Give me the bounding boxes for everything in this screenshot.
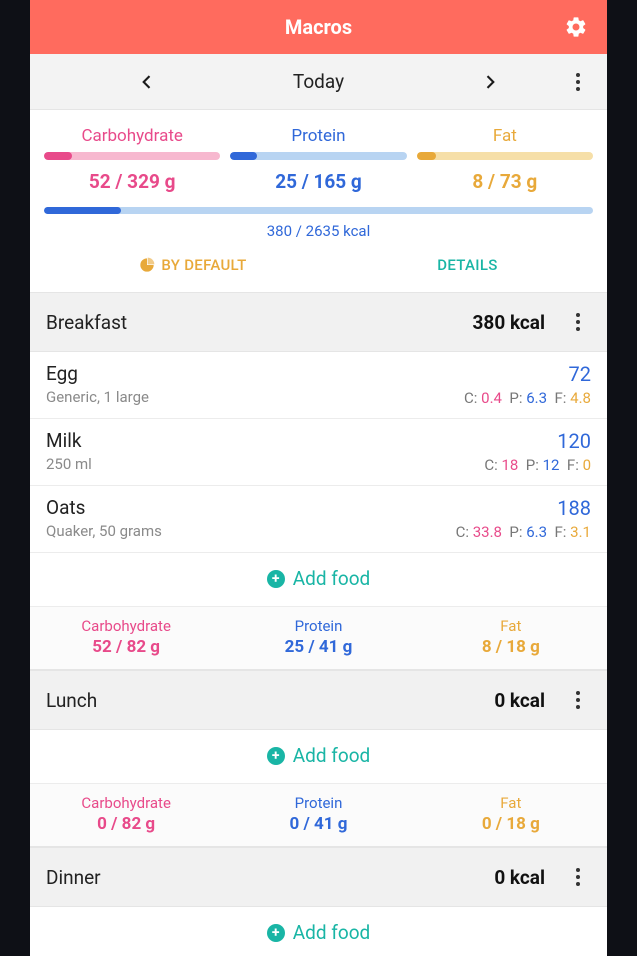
meal-protein-label: Protein — [222, 617, 414, 635]
add-food-button[interactable]: + Add food — [30, 730, 607, 784]
calorie-progress-fill — [44, 207, 121, 214]
carb-value: 52 / 329 g — [44, 170, 220, 193]
meal-protein-label: Protein — [222, 794, 414, 812]
meal-protein-value: 25 / 41 g — [222, 637, 414, 657]
add-food-label: Add food — [293, 921, 371, 944]
details-tab[interactable]: DETAILS — [437, 256, 497, 274]
calorie-text: 380 / 2635 kcal — [44, 222, 593, 240]
calorie-progress — [44, 207, 593, 214]
fat-label: Fat — [417, 126, 593, 146]
food-calories: 188 — [456, 496, 591, 520]
meal-header: Breakfast380 kcal — [30, 292, 607, 352]
meal-more-button[interactable] — [565, 868, 591, 886]
more-vertical-icon — [576, 313, 580, 331]
food-calories: 72 — [464, 362, 591, 386]
settings-button[interactable] — [563, 14, 589, 40]
meal-name: Lunch — [46, 689, 494, 712]
carb-progress — [44, 152, 220, 160]
app-title: Macros — [285, 15, 352, 39]
add-food-label: Add food — [293, 567, 371, 590]
plus-circle-icon: + — [267, 570, 285, 588]
more-vertical-icon — [576, 868, 580, 886]
meals-list: Breakfast380 kcal Egg Generic, 1 large 72 C:… — [30, 292, 607, 956]
protein-progress-fill — [230, 152, 256, 160]
app-root: Macros Today Carbohydrate 52 / 329 g Pro… — [30, 0, 607, 956]
more-vertical-icon — [576, 691, 580, 709]
meal-carb-label: Carbohydrate — [30, 617, 222, 635]
meal-total-calories: 0 kcal — [494, 689, 545, 712]
protein-label: Protein — [230, 126, 406, 146]
by-default-label: BY DEFAULT — [161, 256, 246, 274]
food-macros: C: 0.4 P: 6.3 F: 4.8 — [464, 389, 591, 407]
meal-more-button[interactable] — [565, 313, 591, 331]
details-label: DETAILS — [437, 256, 497, 274]
fat-value: 8 / 73 g — [417, 170, 593, 193]
meal-protein-value: 0 / 41 g — [222, 814, 414, 834]
add-food-button[interactable]: + Add food — [30, 553, 607, 607]
add-food-button[interactable]: + Add food — [30, 907, 607, 956]
plus-circle-icon: + — [267, 747, 285, 765]
meal-fat-value: 8 / 18 g — [415, 637, 607, 657]
meal-macro-summary: Carbohydrate 52 / 82 gProtein 25 / 41 gFat… — [30, 607, 607, 670]
protein-progress — [230, 152, 406, 160]
meal-total-calories: 0 kcal — [494, 866, 545, 889]
date-navigator: Today — [30, 54, 607, 110]
food-item[interactable]: Egg Generic, 1 large 72 C: 0.4 P: 6.3 F: 4.… — [30, 352, 607, 419]
chevron-right-icon — [480, 72, 500, 92]
date-label: Today — [293, 70, 344, 93]
chevron-left-icon — [137, 72, 157, 92]
food-detail: Quaker, 50 grams — [46, 522, 162, 540]
gear-icon — [564, 15, 588, 39]
meal-total-calories: 380 kcal — [473, 311, 545, 334]
meal-carb-value: 0 / 82 g — [30, 814, 222, 834]
protein-value: 25 / 165 g — [230, 170, 406, 193]
meal-name: Dinner — [46, 866, 494, 889]
meal-header: Dinner0 kcal — [30, 847, 607, 907]
prev-day-button[interactable] — [125, 60, 169, 104]
protein-summary: Protein 25 / 165 g — [230, 126, 406, 193]
pie-chart-icon — [139, 257, 155, 273]
meal-name: Breakfast — [46, 311, 473, 334]
food-detail: Generic, 1 large — [46, 388, 149, 406]
food-item[interactable]: Oats Quaker, 50 grams 188 C: 33.8 P: 6.3 F:… — [30, 486, 607, 553]
fat-progress-fill — [417, 152, 436, 160]
food-name: Oats — [46, 496, 162, 519]
food-detail: 250 ml — [46, 455, 92, 473]
meal-header: Lunch0 kcal — [30, 670, 607, 730]
carb-progress-fill — [44, 152, 72, 160]
food-name: Egg — [46, 362, 149, 385]
meal-carb-label: Carbohydrate — [30, 794, 222, 812]
meal-more-button[interactable] — [565, 691, 591, 709]
daily-macro-summary: Carbohydrate 52 / 329 g Protein 25 / 165… — [30, 110, 607, 292]
food-macros: C: 33.8 P: 6.3 F: 3.1 — [456, 523, 591, 541]
more-vertical-icon — [576, 73, 580, 91]
food-calories: 120 — [484, 429, 591, 453]
date-more-button[interactable] — [563, 67, 593, 97]
food-macros: C: 18 P: 12 F: 0 — [484, 456, 591, 474]
plus-circle-icon: + — [267, 924, 285, 942]
carb-label: Carbohydrate — [44, 126, 220, 146]
next-day-button[interactable] — [468, 60, 512, 104]
meal-carb-value: 52 / 82 g — [30, 637, 222, 657]
app-header: Macros — [30, 0, 607, 54]
meal-fat-label: Fat — [415, 617, 607, 635]
meal-fat-value: 0 / 18 g — [415, 814, 607, 834]
meal-macro-summary: Carbohydrate 0 / 82 gProtein 0 / 41 gFat 0 … — [30, 784, 607, 847]
by-default-tab[interactable]: BY DEFAULT — [139, 256, 246, 274]
food-item[interactable]: Milk 250 ml 120 C: 18 P: 12 F: 0 — [30, 419, 607, 486]
carb-summary: Carbohydrate 52 / 329 g — [44, 126, 220, 193]
meal-fat-label: Fat — [415, 794, 607, 812]
add-food-label: Add food — [293, 744, 371, 767]
fat-summary: Fat 8 / 73 g — [417, 126, 593, 193]
fat-progress — [417, 152, 593, 160]
food-name: Milk — [46, 429, 92, 452]
